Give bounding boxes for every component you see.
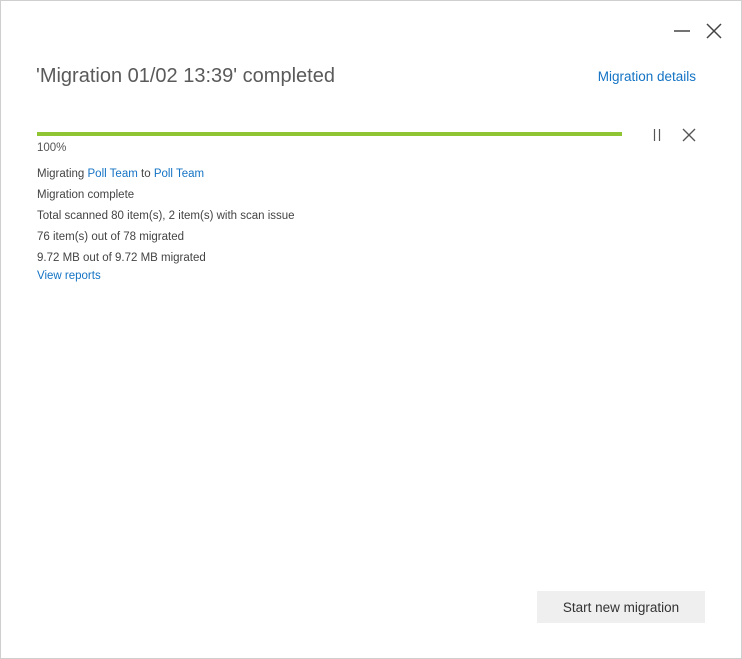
scan-summary: Total scanned 80 item(s), 2 item(s) with… <box>37 210 295 222</box>
size-migrated: 9.72 MB out of 9.72 MB migrated <box>37 252 206 264</box>
pause-icon <box>649 127 665 143</box>
migration-details-link[interactable]: Migration details <box>598 69 696 84</box>
progress-percent: 100% <box>37 142 67 154</box>
cancel-migration-button[interactable] <box>681 127 697 143</box>
start-new-migration-button[interactable]: Start new migration <box>537 591 705 623</box>
minimize-icon <box>671 20 693 42</box>
migration-status: Migration complete <box>37 189 135 201</box>
cancel-icon <box>681 127 697 143</box>
migration-window: 'Migration 01/02 13:39' completed Migrat… <box>0 0 742 659</box>
items-migrated: 76 item(s) out of 78 migrated <box>37 231 185 243</box>
minimize-button[interactable] <box>671 20 693 42</box>
close-window-button[interactable] <box>703 20 725 42</box>
pause-button[interactable] <box>649 127 665 143</box>
to-word: to <box>141 168 151 180</box>
destination-link[interactable]: Poll Team <box>154 168 204 180</box>
source-link[interactable]: Poll Team <box>88 168 138 180</box>
progress-bar-fill <box>37 132 622 136</box>
progress-bar <box>37 132 622 136</box>
migrating-prefix: Migrating <box>37 168 85 180</box>
close-icon <box>703 20 725 42</box>
page-title: 'Migration 01/02 13:39' completed <box>36 65 335 87</box>
migrating-line: Migrating Poll Team to Poll Team <box>37 168 204 180</box>
view-reports-link[interactable]: View reports <box>37 270 101 282</box>
